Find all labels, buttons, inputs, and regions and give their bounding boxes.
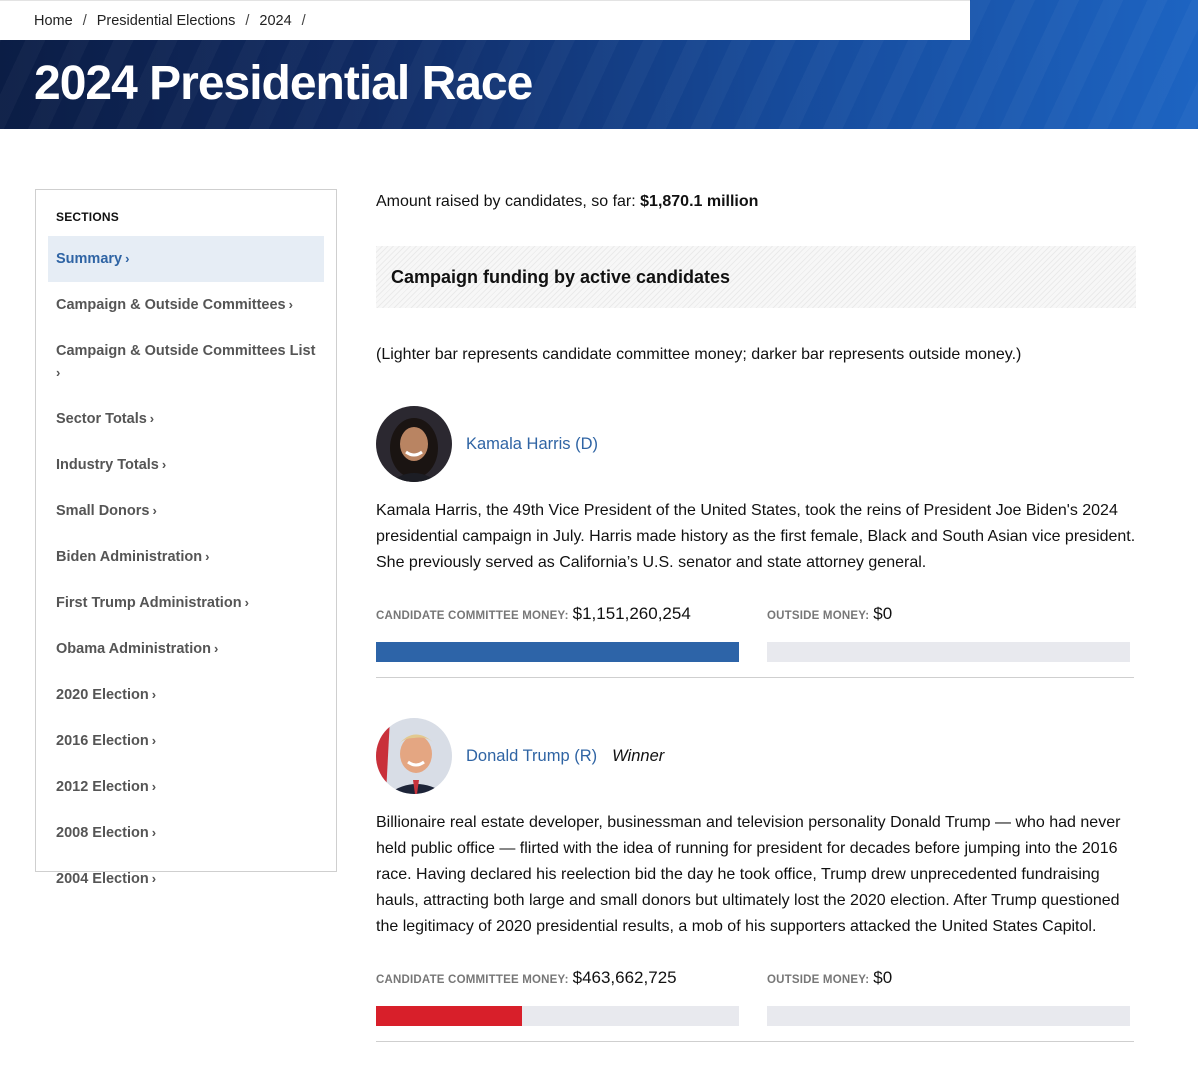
sidebar-item-label: 2004 Election xyxy=(56,871,149,887)
divider xyxy=(376,677,1134,678)
winner-label: Winner xyxy=(612,746,665,765)
candidate-card-harris: Kamala Harris (D) Kamala Harris, the 49t… xyxy=(376,406,1136,678)
amount-raised-value: $1,870.1 million xyxy=(640,193,759,210)
outside-money-bar xyxy=(767,642,1130,662)
sidebar-item-label: Campaign & Outside Committees List xyxy=(56,343,316,359)
candidate-name-link[interactable]: Donald Trump (R) xyxy=(466,747,597,766)
sidebar-item-label: 2016 Election xyxy=(56,733,149,749)
sidebar-item-first-trump-administration[interactable]: First Trump Administration › xyxy=(48,580,324,626)
chevron-right-icon: › xyxy=(213,641,219,656)
sidebar-item-label: Obama Administration xyxy=(56,641,211,657)
outside-money: OUTSIDE MONEY: $0 xyxy=(767,968,1131,1026)
committee-money: CANDIDATE COMMITTEE MONEY: $463,662,725 xyxy=(376,968,740,1026)
sidebar-item-label: 2008 Election xyxy=(56,825,149,841)
sidebar-item-2016-election[interactable]: 2016 Election › xyxy=(48,718,324,764)
chevron-right-icon: › xyxy=(151,733,157,748)
sidebar-item-2020-election[interactable]: 2020 Election › xyxy=(48,672,324,718)
outside-money-bar xyxy=(767,1006,1130,1026)
candidate-photo-harris[interactable] xyxy=(376,406,452,482)
outside-money-value: $0 xyxy=(873,604,893,623)
chevron-right-icon: › xyxy=(205,549,210,564)
section-heading-band: Campaign funding by active candidates xyxy=(376,246,1136,308)
outside-money: OUTSIDE MONEY: $0 xyxy=(767,604,1131,662)
sidebar-item-summary[interactable]: Summary › xyxy=(48,236,324,282)
sidebar-title: SECTIONS xyxy=(56,210,119,224)
chevron-right-icon: › xyxy=(161,457,167,472)
chevron-right-icon: › xyxy=(56,365,61,380)
chevron-right-icon: › xyxy=(151,779,157,794)
outside-money-label: OUTSIDE MONEY: xyxy=(767,610,870,622)
candidate-card-trump: Donald Trump (R) Winner Billionaire real… xyxy=(376,718,1136,1042)
sidebar-item-label: 2020 Election xyxy=(56,687,149,703)
sidebar-item-label: Sector Totals xyxy=(56,411,147,427)
money-row: CANDIDATE COMMITTEE MONEY: $1,151,260,25… xyxy=(376,604,1136,662)
sidebar-item-biden-administration[interactable]: Biden Administration › xyxy=(48,534,324,580)
outside-money-label: OUTSIDE MONEY: xyxy=(767,974,870,986)
divider xyxy=(376,1041,1134,1042)
sidebar-item-label: Summary xyxy=(56,251,123,267)
sidebar-item-campaign-outside-committees-list[interactable]: Campaign & Outside Committees List › xyxy=(48,328,324,396)
sidebar-item-2004-election[interactable]: 2004 Election › xyxy=(48,856,324,902)
committee-money-bar-fill xyxy=(376,642,739,662)
breadcrumb-separator: / xyxy=(245,12,250,29)
committee-money-label: CANDIDATE COMMITTEE MONEY: xyxy=(376,974,569,986)
sidebar-item-industry-totals[interactable]: Industry Totals › xyxy=(48,442,324,488)
chevron-right-icon: › xyxy=(151,825,157,840)
main-content: Amount raised by candidates, so far: $1,… xyxy=(376,189,1136,1042)
chevron-right-icon: › xyxy=(149,411,155,426)
sidebar-item-label: Small Donors xyxy=(56,503,150,519)
breadcrumb-home[interactable]: Home xyxy=(34,13,73,29)
chevron-right-icon: › xyxy=(151,687,157,702)
money-row: CANDIDATE COMMITTEE MONEY: $463,662,725 … xyxy=(376,968,1136,1026)
committee-money-bar xyxy=(376,1006,739,1026)
amount-raised-label: Amount raised by candidates, so far: xyxy=(376,193,641,210)
breadcrumb-separator: / xyxy=(82,12,87,29)
candidate-name-link[interactable]: Kamala Harris (D) xyxy=(466,435,598,454)
sidebar-item-label: Biden Administration xyxy=(56,549,203,565)
outside-money-value: $0 xyxy=(873,968,893,987)
sidebar-item-label: 2012 Election xyxy=(56,779,149,795)
candidate-bio: Kamala Harris, the 49th Vice President o… xyxy=(376,502,1136,571)
candidate-bio: Billionaire real estate developer, busin… xyxy=(376,814,1121,935)
committee-money-bar xyxy=(376,642,739,662)
sidebar-item-label: Campaign & Outside Committees xyxy=(56,297,286,313)
section-heading: Campaign funding by active candidates xyxy=(391,266,731,287)
sections-sidebar: SECTIONS Summary › Campaign & Outside Com… xyxy=(35,189,337,887)
breadcrumb-2024[interactable]: 2024 xyxy=(259,13,291,29)
sidebar-item-campaign-outside-committees[interactable]: Campaign & Outside Committees › xyxy=(48,282,324,328)
candidate-header: Donald Trump (R) Winner xyxy=(376,718,1136,794)
chevron-right-icon: › xyxy=(288,297,293,312)
breadcrumb: Home / Presidential Elections / 2024 / xyxy=(0,0,970,40)
breadcrumb-presidential-elections[interactable]: Presidential Elections xyxy=(97,13,236,29)
sidebar-item-sector-totals[interactable]: Sector Totals › xyxy=(48,396,324,442)
candidate-photo-trump[interactable] xyxy=(376,718,452,794)
chevron-right-icon: › xyxy=(125,251,130,266)
chevron-right-icon: › xyxy=(151,871,157,886)
sidebar-item-obama-administration[interactable]: Obama Administration › xyxy=(48,626,324,672)
committee-money: CANDIDATE COMMITTEE MONEY: $1,151,260,25… xyxy=(376,604,740,662)
sidebar-item-label: Industry Totals xyxy=(56,457,159,473)
candidate-header: Kamala Harris (D) xyxy=(376,406,1136,482)
amount-raised-line: Amount raised by candidates, so far: $1,… xyxy=(376,189,1136,215)
committee-money-label: CANDIDATE COMMITTEE MONEY: xyxy=(376,610,569,622)
sidebar-item-2008-election[interactable]: 2008 Election › xyxy=(48,810,324,856)
committee-money-value: $1,151,260,254 xyxy=(572,604,691,623)
committee-money-bar-fill xyxy=(376,1006,523,1026)
breadcrumb-separator: / xyxy=(301,12,306,29)
sidebar-item-small-donors[interactable]: Small Donors › xyxy=(48,488,324,534)
chevron-right-icon: › xyxy=(152,503,157,518)
sidebar-item-label: First Trump Administration xyxy=(56,595,242,611)
page-title: 2024 Presidential Race xyxy=(34,57,533,110)
sidebar-item-2012-election[interactable]: 2012 Election › xyxy=(48,764,324,810)
chevron-right-icon: › xyxy=(244,595,249,610)
committee-money-value: $463,662,725 xyxy=(572,968,677,987)
bar-legend-note: (Lighter bar represents candidate commit… xyxy=(376,346,1022,363)
